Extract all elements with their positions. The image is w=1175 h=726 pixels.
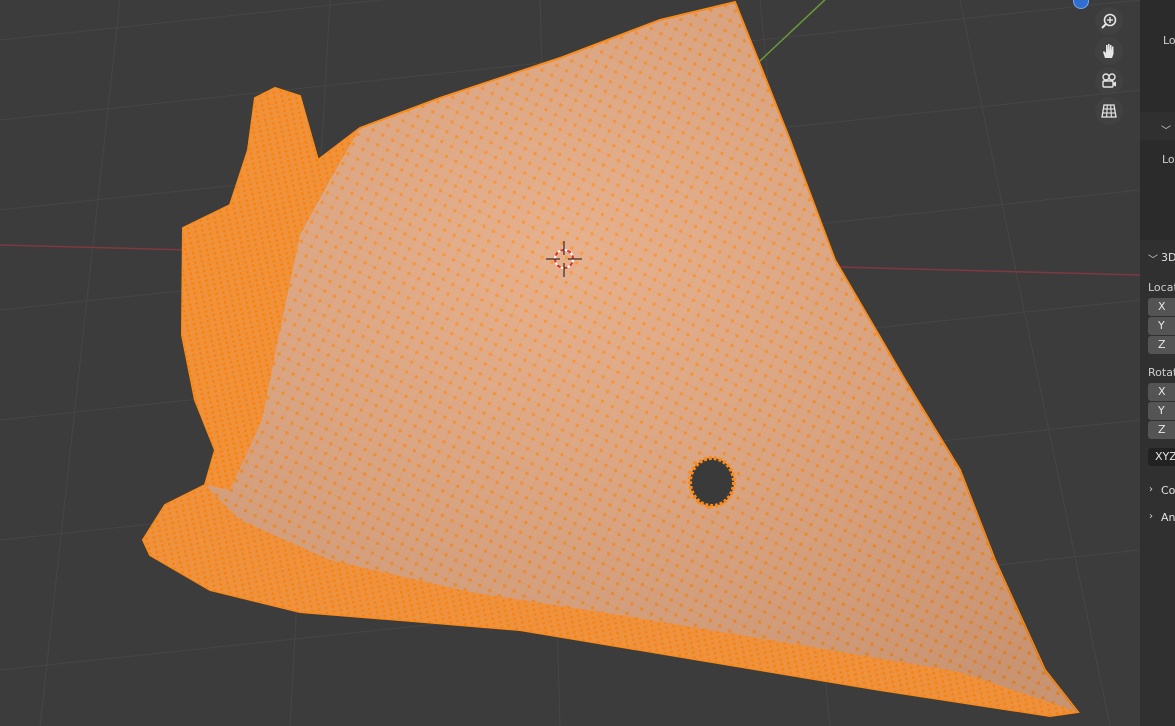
rotation-y-field[interactable]: Y bbox=[1148, 402, 1175, 420]
camera-view-button[interactable] bbox=[1095, 67, 1123, 95]
chevron-down-icon[interactable]: ﹀ bbox=[1148, 251, 1158, 266]
location-label: Locat bbox=[1148, 281, 1175, 294]
location-z-field[interactable]: Z bbox=[1148, 336, 1175, 354]
viewport-scene bbox=[0, 0, 1140, 726]
rotation-mode-dropdown[interactable]: XYZ bbox=[1148, 448, 1175, 466]
zoom-button[interactable] bbox=[1095, 7, 1123, 35]
rotation-x-field[interactable]: X bbox=[1148, 383, 1175, 401]
section-annotation-header[interactable]: An bbox=[1161, 511, 1175, 524]
mesh-hole bbox=[688, 456, 736, 508]
pan-hand-icon bbox=[1103, 44, 1114, 58]
item-label-top: Lo bbox=[1163, 34, 1175, 47]
pan-button[interactable] bbox=[1095, 37, 1123, 65]
ortho-grid-icon bbox=[1101, 104, 1117, 118]
item-block-top bbox=[1140, 0, 1175, 112]
rotation-z-field[interactable]: Z bbox=[1148, 421, 1175, 439]
3d-viewport[interactable] bbox=[0, 0, 1140, 726]
section-3d-cursor-header[interactable]: 3D bbox=[1161, 251, 1175, 264]
item-label-mid: Loc bbox=[1162, 153, 1175, 166]
ortho-toggle-button[interactable] bbox=[1095, 97, 1123, 125]
rotation-label: Rotat bbox=[1148, 366, 1175, 379]
chevron-right-icon[interactable]: › bbox=[1149, 511, 1153, 522]
sidebar-panel[interactable]: Lo ﹀ Loc ﹀ 3D Locat X Y Z Rotat X Y Z XY… bbox=[1140, 0, 1175, 726]
section-collection-header[interactable]: Co bbox=[1161, 484, 1175, 497]
chevron-right-icon[interactable]: › bbox=[1149, 484, 1153, 495]
selected-mesh bbox=[141, 0, 1080, 718]
zoom-icon bbox=[1101, 13, 1117, 29]
location-y-field[interactable]: Y bbox=[1148, 317, 1175, 335]
chevron-down-icon[interactable]: ﹀ bbox=[1161, 122, 1171, 137]
camera-view-icon bbox=[1102, 73, 1116, 88]
location-x-field[interactable]: X bbox=[1148, 298, 1175, 316]
